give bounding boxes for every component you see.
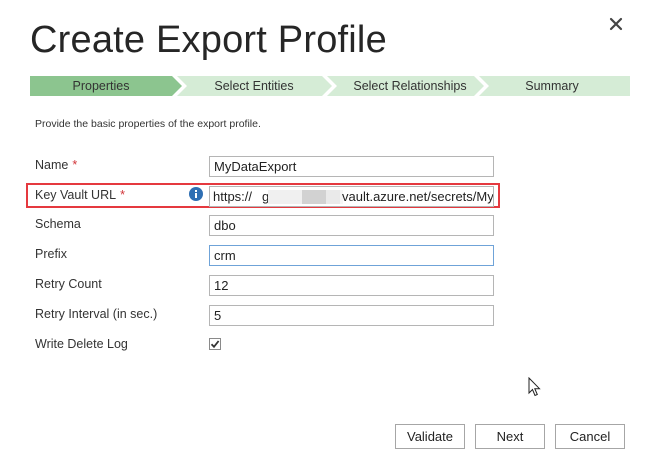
cancel-button[interactable]: Cancel xyxy=(555,424,625,449)
key-vault-url-label: Key Vault URL * xyxy=(35,188,125,202)
next-button[interactable]: Next xyxy=(475,424,545,449)
form-description: Provide the basic properties of the expo… xyxy=(35,118,261,130)
dialog-title: Create Export Profile xyxy=(30,19,387,61)
schema-input[interactable] xyxy=(209,215,494,236)
schema-label: Schema xyxy=(35,217,81,231)
retry-interval-label: Retry Interval (in sec.) xyxy=(35,307,158,321)
mouse-pointer-icon xyxy=(528,377,541,397)
create-export-profile-dialog: Create Export Profile Properties Select … xyxy=(0,0,659,471)
name-input[interactable] xyxy=(209,156,494,177)
name-label-text: Name xyxy=(35,158,69,172)
key-vault-url-suffix: vault.azure.net/secrets/My xyxy=(342,189,494,204)
required-marker: * xyxy=(120,188,125,202)
wizard-step-select-entities[interactable]: Select Entities xyxy=(185,76,323,96)
redacted-segment-1 xyxy=(268,190,302,204)
wizard-step-summary[interactable]: Summary xyxy=(485,76,619,96)
retry-count-input[interactable] xyxy=(209,275,494,296)
close-button[interactable] xyxy=(604,12,628,36)
write-delete-log-label: Write Delete Log xyxy=(35,337,128,351)
prefix-label: Prefix xyxy=(35,247,67,261)
redacted-segment-2 xyxy=(302,190,326,204)
info-icon[interactable] xyxy=(189,187,203,201)
wizard-step-properties[interactable]: Properties xyxy=(30,76,172,96)
key-vault-url-input[interactable]: https:// g vault.azure.net/secrets/My xyxy=(209,186,494,207)
close-icon xyxy=(609,17,623,31)
write-delete-log-checkbox[interactable] xyxy=(209,338,221,350)
retry-interval-input[interactable] xyxy=(209,305,494,326)
wizard-step-select-relationships[interactable]: Select Relationships xyxy=(336,76,484,96)
redacted-segment-3 xyxy=(326,190,340,204)
key-vault-url-prefix: https:// xyxy=(213,189,253,204)
wizard-steps: Properties Select Entities Select Relati… xyxy=(30,76,630,96)
validate-button[interactable]: Validate xyxy=(395,424,465,449)
checkmark-icon xyxy=(210,340,220,349)
key-vault-url-label-text: Key Vault URL xyxy=(35,188,117,202)
retry-count-label: Retry Count xyxy=(35,277,102,291)
required-marker: * xyxy=(72,158,78,172)
name-label: Name * xyxy=(35,158,77,172)
prefix-input[interactable] xyxy=(209,245,494,266)
